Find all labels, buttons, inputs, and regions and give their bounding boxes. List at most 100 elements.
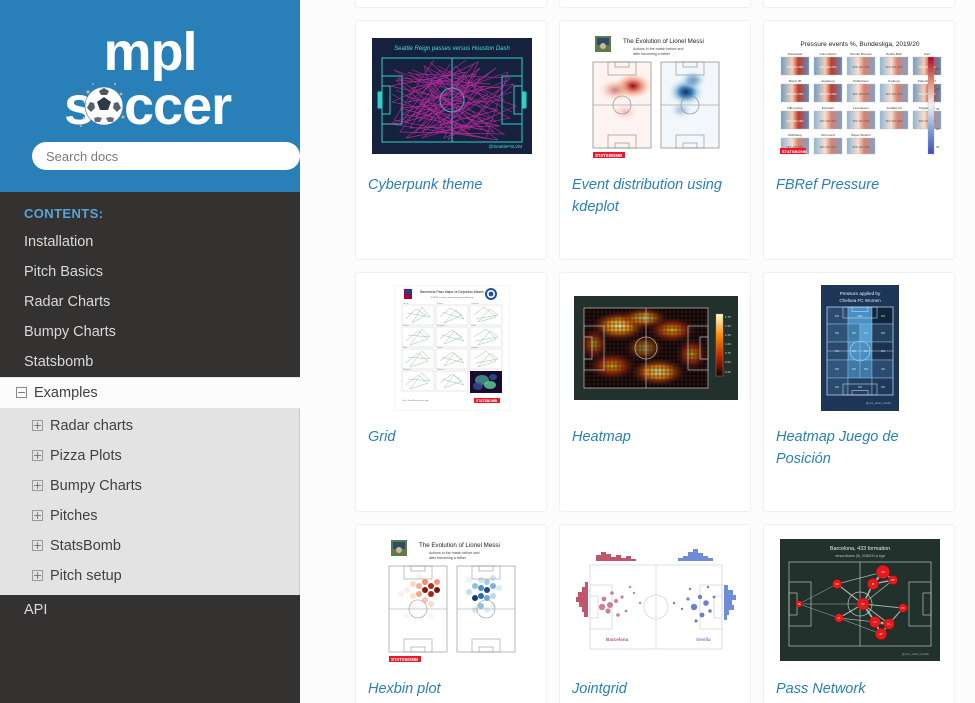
svg-text:0.50: 0.50 [725,360,731,364]
gallery-card-cyberpunk-theme[interactable]: Seattle Reign passes versus Houston Dash [355,20,547,260]
svg-text:Leverkusen: Leverkusen [853,106,869,110]
sidebar-item-bumpy-charts[interactable]: Bumpy Charts [0,317,300,347]
svg-text:33% 41% 26%: 33% 41% 26% [786,65,804,69]
svg-text:Coutinho: Coutinho [471,302,480,305]
svg-text:STATSBOMB: STATSBOMB [595,153,622,158]
sidebar-item-bumpy-charts-sub[interactable]: + Bumpy Charts [0,471,299,501]
svg-text:LS: LS [874,622,877,624]
gallery-card-partial[interactable] [355,0,547,8]
svg-text:Seattle Reign passes versus Ho: Seattle Reign passes versus Houston Dash [394,46,510,52]
svg-text:33% 43% 24%: 33% 43% 24% [885,92,903,96]
svg-text:0.25: 0.25 [725,370,731,374]
sidebar-submenu-examples: + Radar charts + Pizza Plots + Bumpy Charts… [0,409,300,595]
svg-text:8%: 8% [864,349,868,353]
sidebar-item-pizza-plots[interactable]: + Pizza Plots [0,441,299,471]
svg-text:6%: 6% [852,367,856,371]
sidebar-item-statsbomb[interactable]: Statsbomb [0,347,300,377]
gallery-card-pass-network[interactable]: Barcelona, 433 formation versus Alaves (… [763,524,955,703]
expand-plus-icon[interactable]: + [32,510,43,521]
svg-text:Koln: Koln [924,52,930,56]
svg-text:ccer: ccer [124,76,232,136]
svg-text:3%: 3% [881,385,885,389]
sidebar-item-radar-charts[interactable]: Radar Charts [0,287,300,317]
gallery-card-fbref-pressure[interactable]: Pressure events %, Bundesliga, 2019/20 D… [763,20,955,260]
svg-text:TS: TS [798,604,801,606]
expand-plus-icon[interactable]: + [32,480,43,491]
card-caption: Heatmap Juego de Posición [776,429,899,468]
svg-text:Hoffenheim: Hoffenheim [853,79,869,83]
svg-text:33% 42% 25%: 33% 42% 25% [852,119,870,123]
sidebar-item-examples[interactable]: − Examples [0,377,300,409]
svg-text:1.50: 1.50 [725,324,731,328]
sidebar-subitem-label: StatsBomb [50,538,121,554]
svg-text:Freiburg: Freiburg [888,79,900,83]
sidebar-item-statsbomb-sub[interactable]: + StatsBomb [0,531,299,561]
svg-text:Hertha BSC: Hertha BSC [886,52,903,56]
sidebar-nav: CONTENTS: Installation Pitch Basics Rada… [0,192,300,625]
sidebar-item-installation[interactable]: Installation [0,227,300,257]
expand-plus-icon[interactable]: + [32,540,43,551]
svg-text:Semedo: Semedo [403,369,411,371]
svg-text:6%: 6% [864,367,868,371]
documentation-page: mpl s ccer Search docs CONTENTS: Install… [0,0,975,703]
svg-text:2018/19 La Liga, arrows show p: 2018/19 La Liga, arrows show pass direct… [430,296,474,299]
gallery-card-hexbin-plot[interactable]: The Evolution of Lionel Messi Actions in… [355,524,547,703]
thumbnail-messi-hexbin: The Evolution of Lionel Messi Actions in… [366,535,538,665]
logo-mplsoccer[interactable]: mpl s ccer [16,14,284,142]
svg-text:0.75: 0.75 [725,351,731,355]
card-caption: Grid [368,429,396,445]
collapse-minus-icon[interactable]: − [16,387,27,398]
svg-text:Barcelona, 433 formation: Barcelona, 433 formation [830,546,890,552]
sidebar-item-pitch-basics[interactable]: Pitch Basics [0,257,300,287]
svg-text:Pressure applied by: Pressure applied by [840,291,881,296]
svg-text:25: 25 [936,145,940,149]
expand-plus-icon[interactable]: + [32,570,43,581]
svg-text:Werder Bremen: Werder Bremen [850,52,872,56]
svg-text:33% 42% 25%: 33% 42% 25% [852,65,870,69]
sidebar-item-label: Pitch Basics [24,264,103,280]
sidebar-item-pitches[interactable]: + Pitches [0,501,299,531]
svg-text:5%: 5% [835,314,839,318]
main-content: Seattle Reign passes versus Houston Dash [300,0,975,703]
svg-text:34% 41% 25%: 34% 41% 25% [819,65,837,69]
search-input[interactable] [32,142,300,170]
gallery-card-heatmap[interactable]: 1.75 1.50 1.25 1.00 0.75 0.50 0.25 Heatmap [559,272,751,512]
sidebar-item-label: Radar Charts [24,294,111,310]
card-caption: FBRef Pressure [776,177,880,193]
sidebar-item-label: Bumpy Charts [24,324,116,340]
gallery-card-event-distribution-kdeplot[interactable]: The Evolution of Lionel Messi Actions in… [559,20,751,260]
svg-text:8%: 8% [852,349,856,353]
svg-text:35% 42% 23%: 35% 42% 23% [852,145,870,149]
thumbnail-pass-network: Barcelona, 433 formation versus Alaves (… [774,535,946,665]
svg-text:34% 42% 24%: 34% 42% 24% [885,119,903,123]
sidebar-item-pitch-setup[interactable]: + Pitch setup [0,561,299,591]
svg-text:5%: 5% [881,331,885,335]
expand-plus-icon[interactable]: + [32,450,43,461]
svg-text:34% 42% 24%: 34% 42% 24% [819,145,837,149]
svg-text:STATSBOMB: STATSBOMB [476,399,498,403]
svg-text:33% 42% 25%: 33% 42% 25% [786,92,804,96]
svg-text:SB: SB [861,604,865,606]
gallery-card-partial[interactable] [763,0,955,8]
svg-text:1.25: 1.25 [725,333,731,337]
gallery-card-partial[interactable] [559,0,751,8]
svg-text:Sevilla: Sevilla [696,637,711,642]
gallery-card-jointgrid[interactable]: Barcelona Sevilla Jointgrid [559,524,751,703]
svg-text:versus Alaves (H), 2018/19 La: versus Alaves (H), 2018/19 La Liga [835,554,885,558]
sidebar-subitem-label: Pitch setup [50,568,122,584]
svg-text:Bayer Munich: Bayer Munich [852,133,871,137]
gallery-card-heatmap-juego-de-posicion[interactable]: Pressure applied by Chelsea FC Women 5% … [763,272,955,512]
expand-plus-icon[interactable]: + [32,420,43,431]
svg-text:STATSBOMB: STATSBOMB [391,657,418,662]
card-caption: Heatmap [572,429,631,445]
svg-text:RB Leipzig: RB Leipzig [788,106,803,110]
sidebar-item-radar-charts-sub[interactable]: + Radar charts [0,411,299,441]
gallery-card-grid[interactable]: Barcelona Pass Maps vs Deportivo Alaves … [355,272,547,512]
svg-text:PC: PC [901,608,905,610]
sidebar-item-api[interactable]: API [0,595,300,625]
svg-text:5%: 5% [835,331,839,335]
sidebar-subitem-label: Pizza Plots [50,448,122,464]
example-gallery: Seattle Reign passes versus Houston Dash [300,0,955,703]
svg-text:PA: PA [888,623,891,626]
svg-text:@your_twitter_handle: @your_twitter_handle [902,652,930,656]
